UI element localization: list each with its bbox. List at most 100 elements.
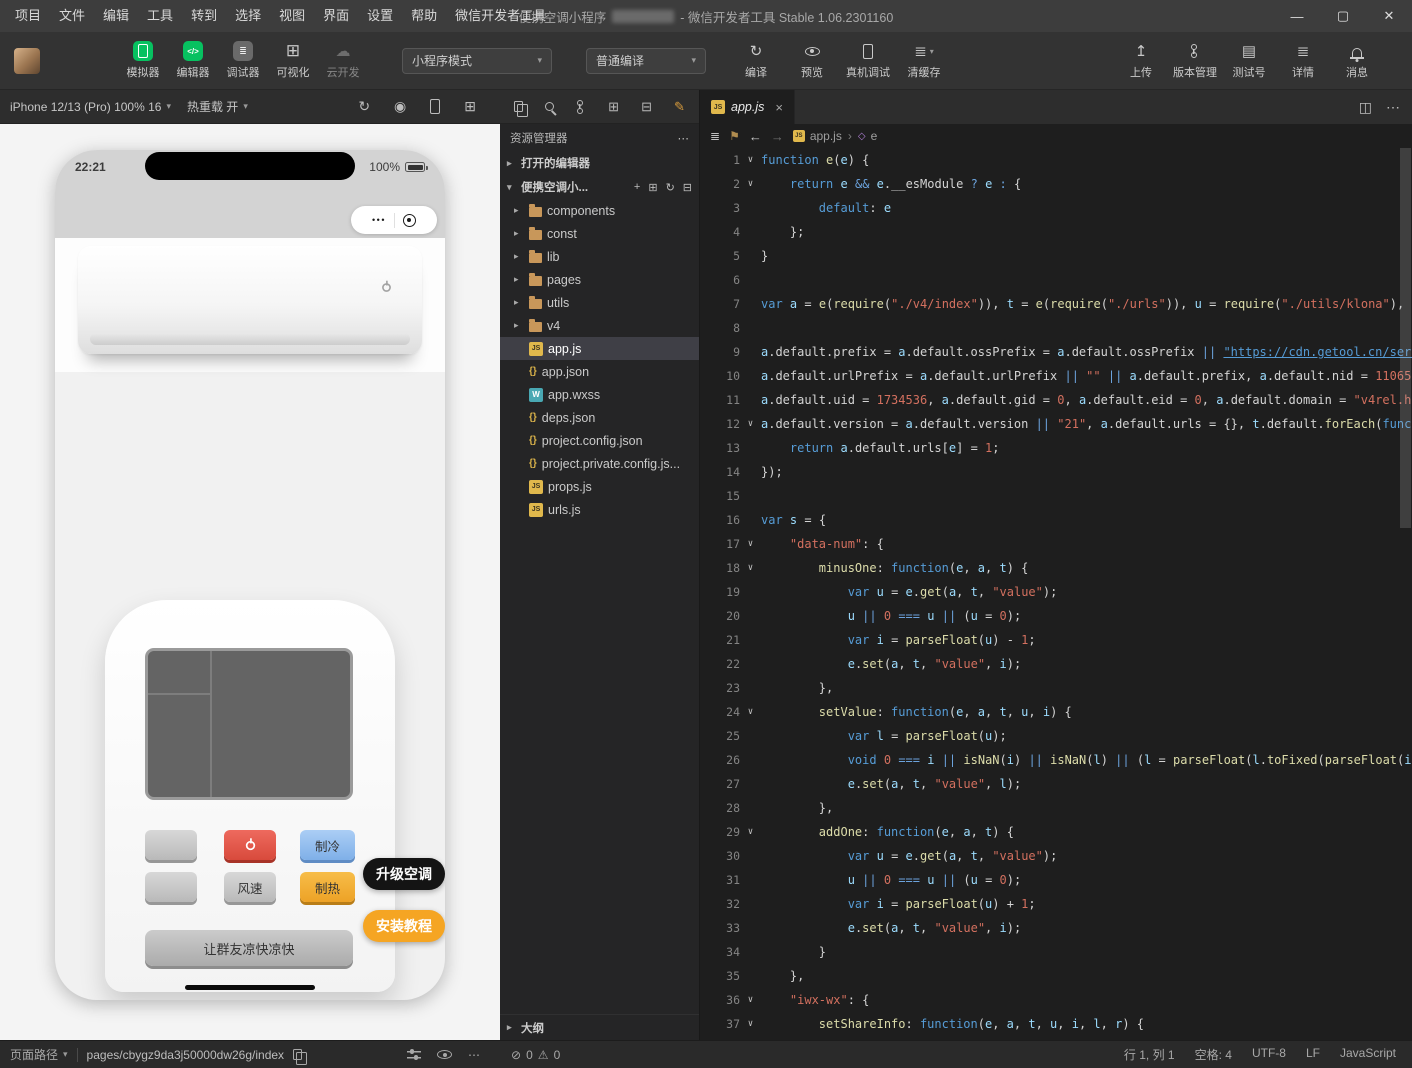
- panel-remove-icon[interactable]: ⊟: [641, 99, 652, 115]
- code-line[interactable]: 18∨ minusOne: function(e, a, t) {: [700, 556, 1412, 580]
- more-icon[interactable]: ⋯: [468, 1048, 480, 1062]
- hot-reload-toggle[interactable]: 热重载 开 ▾: [187, 98, 248, 115]
- code-line[interactable]: 25 var l = parseFloat(u);: [700, 724, 1412, 748]
- collapse-all-icon[interactable]: ⊟: [683, 181, 692, 194]
- code-line[interactable]: 15: [700, 484, 1412, 508]
- panel-add-icon[interactable]: ⊞: [608, 99, 619, 115]
- fold-icon[interactable]: ∨: [740, 556, 761, 580]
- code-line[interactable]: 7var a = e(require("./v4/index")), t = e…: [700, 292, 1412, 316]
- remote-blank-button-1[interactable]: [145, 830, 197, 860]
- toolbar-upload-button[interactable]: ↥上传: [1114, 37, 1168, 84]
- window-close-button[interactable]: ✕: [1366, 0, 1412, 32]
- menu-item[interactable]: 项目: [6, 0, 50, 32]
- outline-section[interactable]: ▸ 大纲: [500, 1014, 699, 1040]
- toolbar-version-control-button[interactable]: 版本管理: [1168, 37, 1222, 84]
- layout-icon[interactable]: ⊞: [464, 98, 476, 115]
- source-control-icon[interactable]: [576, 100, 586, 114]
- code-line[interactable]: 19 var u = e.get(a, t, "value");: [700, 580, 1412, 604]
- tree-folder-lib[interactable]: ▸lib: [500, 245, 699, 268]
- eye-icon[interactable]: [437, 1050, 452, 1059]
- code-line[interactable]: 32 var i = parseFloat(u) + 1;: [700, 892, 1412, 916]
- tree-folder-pages[interactable]: ▸pages: [500, 268, 699, 291]
- tree-file-app.wxss[interactable]: Wapp.wxss: [500, 383, 699, 406]
- code-line[interactable]: 13 return a.default.urls[e] = 1;: [700, 436, 1412, 460]
- menu-item[interactable]: 微信开发者工具: [446, 0, 555, 32]
- code-line[interactable]: 23 },: [700, 676, 1412, 700]
- menu-item[interactable]: 工具: [138, 0, 182, 32]
- files-icon[interactable]: [514, 101, 523, 112]
- code-line[interactable]: 6: [700, 268, 1412, 292]
- share-to-friends-button[interactable]: 让群友凉快凉快: [145, 930, 353, 966]
- miniprogram-capsule[interactable]: •••: [351, 206, 437, 234]
- code-line[interactable]: 12∨a.default.version = a.default.version…: [700, 412, 1412, 436]
- toolbar-debugger-button[interactable]: ≣调试器: [218, 37, 268, 84]
- more-icon[interactable]: ⋯: [1386, 99, 1400, 116]
- code-line[interactable]: 8: [700, 316, 1412, 340]
- tree-folder-components[interactable]: ▸components: [500, 199, 699, 222]
- toolbar-test-account-button[interactable]: ▤测试号: [1222, 37, 1276, 84]
- tree-file-app.js[interactable]: JSapp.js: [500, 337, 699, 360]
- toolbar-messages-button[interactable]: 消息: [1330, 37, 1384, 84]
- code-line[interactable]: 34 }: [700, 940, 1412, 964]
- toolbar-editor-button[interactable]: </>编辑器: [168, 37, 218, 84]
- tab-close-icon[interactable]: ×: [775, 100, 783, 115]
- device-frame-icon[interactable]: [430, 99, 440, 114]
- tree-file-app.json[interactable]: {}app.json: [500, 360, 699, 383]
- breadcrumb-item[interactable]: JSapp.js: [793, 129, 842, 143]
- device-select[interactable]: iPhone 12/13 (Pro) 100% 16 ▾: [10, 100, 171, 114]
- breadcrumb-item[interactable]: ◇e: [858, 129, 877, 143]
- code-line[interactable]: 2∨ return e && e.__esModule ? e : {: [700, 172, 1412, 196]
- toolbar-visualizer-button[interactable]: ⊞可视化: [268, 37, 318, 84]
- remote-blank-button-2[interactable]: [145, 872, 197, 902]
- compile-mode-select[interactable]: 普通编译 ▾: [586, 48, 706, 74]
- split-editor-icon[interactable]: ◫: [1359, 99, 1372, 116]
- scrollbar-thumb[interactable]: [1400, 148, 1411, 528]
- code-line[interactable]: 9a.default.prefix = a.default.ossPrefix …: [700, 340, 1412, 364]
- code-line[interactable]: 4 };: [700, 220, 1412, 244]
- fan-speed-button[interactable]: 风速: [224, 872, 276, 902]
- record-icon[interactable]: ◉: [394, 98, 406, 115]
- tree-file-deps.json[interactable]: {}deps.json: [500, 406, 699, 429]
- toolbar-device-debug-button[interactable]: 真机调试: [840, 37, 896, 84]
- menu-item[interactable]: 编辑: [94, 0, 138, 32]
- menu-item[interactable]: 界面: [314, 0, 358, 32]
- tree-file-project.private.config.js...[interactable]: {}project.private.config.js...: [500, 452, 699, 475]
- explorer-more-icon[interactable]: ⋯: [678, 131, 690, 145]
- code-line[interactable]: 30 var u = e.get(a, t, "value");: [700, 844, 1412, 868]
- code-line[interactable]: 33 e.set(a, t, "value", i);: [700, 916, 1412, 940]
- fold-icon[interactable]: ∨: [740, 988, 761, 1012]
- fold-icon[interactable]: ∨: [740, 148, 761, 172]
- code-line[interactable]: 20 u || 0 === u || (u = 0);: [700, 604, 1412, 628]
- status-eol[interactable]: LF: [1306, 1046, 1320, 1063]
- toolbar-compile-button[interactable]: ↻编译: [728, 37, 784, 84]
- copy-path-icon[interactable]: [293, 1049, 302, 1060]
- install-tutorial-button[interactable]: 安装教程: [363, 910, 445, 942]
- refresh-icon[interactable]: ↻: [666, 181, 675, 194]
- avatar[interactable]: [14, 48, 40, 74]
- status-cursor-position[interactable]: 行 1, 列 1: [1124, 1046, 1175, 1063]
- window-minimize-button[interactable]: —: [1274, 0, 1320, 32]
- nav-forward-icon[interactable]: →: [771, 129, 784, 144]
- toolbar-clear-cache-button[interactable]: ≣▾清缓存: [896, 37, 952, 84]
- code-line[interactable]: 3 default: e: [700, 196, 1412, 220]
- status-language[interactable]: JavaScript: [1340, 1046, 1396, 1063]
- code-line[interactable]: 29∨ addOne: function(e, a, t) {: [700, 820, 1412, 844]
- project-section[interactable]: ▾ 便携空调小... +⊞↻⊟: [500, 175, 699, 199]
- code-line[interactable]: 26 void 0 === i || isNaN(i) || isNaN(l) …: [700, 748, 1412, 772]
- upgrade-ac-button[interactable]: 升级空调: [363, 858, 445, 890]
- power-button[interactable]: [224, 830, 276, 860]
- fold-icon[interactable]: ∨: [740, 532, 761, 556]
- code-line[interactable]: 5}: [700, 244, 1412, 268]
- code-line[interactable]: 10a.default.urlPrefix = a.default.urlPre…: [700, 364, 1412, 388]
- code-line[interactable]: 27 e.set(a, t, "value", l);: [700, 772, 1412, 796]
- fold-icon[interactable]: ∨: [740, 700, 761, 724]
- cool-button[interactable]: 制冷: [300, 830, 355, 860]
- code-line[interactable]: 37∨ setShareInfo: function(e, a, t, u, i…: [700, 1012, 1412, 1036]
- status-indent[interactable]: 空格: 4: [1195, 1046, 1232, 1063]
- capsule-exit-icon[interactable]: [403, 214, 416, 227]
- code-line[interactable]: 21 var i = parseFloat(u) - 1;: [700, 628, 1412, 652]
- open-editors-section[interactable]: ▸ 打开的编辑器: [500, 151, 699, 175]
- fold-icon[interactable]: ∨: [740, 820, 761, 844]
- menu-item[interactable]: 设置: [358, 0, 402, 32]
- code-line[interactable]: 36∨ "iwx-wx": {: [700, 988, 1412, 1012]
